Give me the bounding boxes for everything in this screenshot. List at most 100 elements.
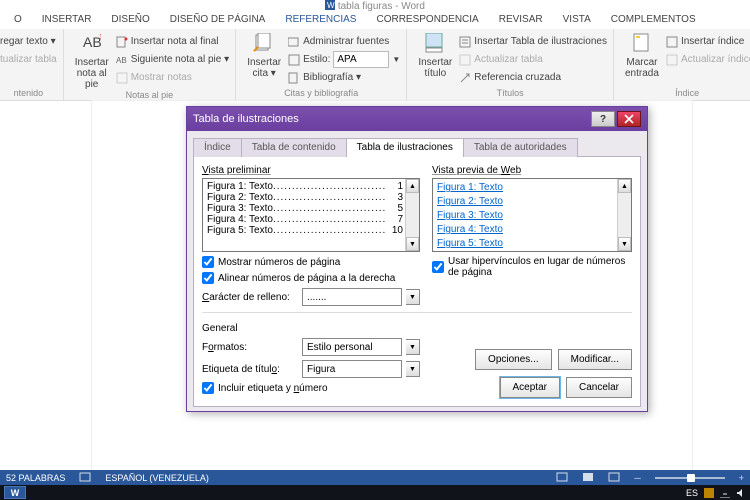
cross-reference-button[interactable]: Referencia cruzada [459,69,607,86]
group-label: Títulos [413,88,607,100]
insert-caption-button[interactable]: Insertar título [413,31,457,79]
citation-style-select[interactable] [333,51,389,68]
insert-index-button[interactable]: Insertar índice [666,33,750,50]
tab-correspondencia[interactable]: CORRESPONDENCIA [366,12,488,29]
chk-use-hyperlinks[interactable] [432,261,444,273]
tray-network-icon[interactable] [720,488,730,498]
style-icon [288,54,300,66]
dtab-toc[interactable]: Tabla de contenido [241,138,347,157]
preview-label: VVista preliminarista preliminar [202,165,420,176]
update-index-button[interactable]: Actualizar índice [666,51,750,68]
tab-referencias[interactable]: REFERENCIAS [275,12,366,29]
cancel-button[interactable]: Cancelar [566,377,632,398]
show-notes-button[interactable]: Mostrar notas [116,69,229,86]
read-mode-icon[interactable] [556,472,568,484]
next-footnote-button[interactable]: ABSiguiente nota al pie ▾ [116,51,229,68]
chevron-down-icon[interactable]: ▼ [392,55,400,64]
insert-endnote-button[interactable]: Insertar nota al final [116,33,229,50]
chevron-down-icon[interactable]: ▼ [406,289,420,305]
bibliography-button[interactable]: Bibliografía ▾ [288,69,400,86]
insert-caption-label: Insertar título [418,57,452,79]
formats-label: Formatos: [202,342,298,353]
zoom-in-icon[interactable]: + [739,473,744,483]
citation-style-row: Estilo: ▼ [288,51,400,68]
tof-icon [459,36,471,48]
chk-include-label[interactable] [202,382,214,394]
web-preview-link[interactable]: Figura 5: Texto [437,237,627,251]
dialog-tabs: Índice Tabla de contenido Tabla de ilust… [193,137,641,157]
modify-button[interactable]: Modificar... [558,349,632,370]
preview-row: Figura 4: Texto.........................… [207,214,403,225]
formats-select[interactable]: Estilo personal [302,338,402,356]
tab-leader-select[interactable]: ....... [302,288,402,306]
update-table-button[interactable]: tualizar tabla [0,51,57,68]
tab-complementos[interactable]: COMPLEMENTOS [601,12,706,29]
scroll-down-icon[interactable]: ▼ [618,237,631,251]
ribbon-tabs: O INSERTAR DISEÑO DISEÑO DE PÁGINA REFER… [0,12,750,29]
tab-revisar[interactable]: REVISAR [489,12,553,29]
dtab-indice[interactable]: Índice [193,138,242,157]
insert-footnote-label: Insertar nota al pie [70,57,114,90]
zoom-thumb[interactable] [687,474,695,482]
insert-tof-button[interactable]: Insertar Tabla de ilustraciones [459,33,607,50]
dialog-close-button[interactable] [617,111,641,127]
preview-scrollbar[interactable]: ▲ ▼ [405,179,419,251]
group-label: ntenido [0,88,57,100]
insert-footnote-button[interactable]: AB1 Insertar nota al pie [70,31,114,90]
dtab-tof[interactable]: Tabla de ilustraciones [346,138,464,157]
mark-entry-button[interactable]: Marcar entrada [620,31,664,79]
dialog-content: VVista preliminarista preliminar Figura … [193,157,641,407]
tab-vista[interactable]: VISTA [553,12,601,29]
group-label: Citas y bibliografía [242,88,400,100]
print-preview: Figura 1: Texto.........................… [202,178,420,252]
tray-volume-icon[interactable] [736,488,746,498]
tab-diseno-pagina[interactable]: DISEÑO DE PÁGINA [160,12,276,29]
dtab-toa[interactable]: Tabla de autoridades [463,138,578,157]
web-preview-link[interactable]: Figura 2: Texto [437,195,627,209]
scroll-up-icon[interactable]: ▲ [406,179,419,193]
tab-leader-label: Carácter de relleno: [202,292,298,303]
group-captions: Insertar título Insertar Tabla de ilustr… [407,29,614,100]
update-tof-button[interactable]: Actualizar tabla [459,51,607,68]
table-of-figures-dialog: Tabla de ilustraciones ? Índice Tabla de… [186,106,648,412]
web-scrollbar[interactable]: ▲ ▼ [617,179,631,251]
chk-show-page-numbers[interactable] [202,256,214,268]
mark-entry-icon [631,33,653,53]
web-layout-icon[interactable] [608,472,620,484]
options-button[interactable]: Opciones... [475,349,552,370]
citation-icon [253,33,275,53]
taskbar-word-button[interactable]: W [4,486,26,499]
group-citations: Insertar cita ▾ Administrar fuentes Esti… [236,29,407,100]
tab-insertar[interactable]: INSERTAR [32,12,102,29]
preview-row: Figura 3: Texto.........................… [207,203,403,214]
web-preview-link[interactable]: Figura 4: Texto [437,223,627,237]
insert-citation-button[interactable]: Insertar cita ▾ [242,31,286,79]
dialog-help-button[interactable]: ? [591,111,615,127]
word-count[interactable]: 52 PALABRAS [6,473,65,483]
ok-button[interactable]: Aceptar [500,377,560,398]
tab-diseno[interactable]: DISEÑO [101,12,159,29]
spellcheck-icon[interactable] [79,472,91,484]
zoom-slider[interactable] [655,477,725,479]
web-preview-link[interactable]: Figura 1: Texto [437,181,627,195]
tab-archivo[interactable]: O [4,12,32,29]
scroll-up-icon[interactable]: ▲ [618,179,631,193]
dialog-titlebar[interactable]: Tabla de ilustraciones ? [187,107,647,131]
manage-sources-icon [288,36,300,48]
chevron-down-icon[interactable]: ▼ [406,361,420,377]
web-preview-label: Vista previa de Web [432,165,632,176]
chk-right-align[interactable] [202,272,214,284]
add-text-button[interactable]: regar texto ▾ [0,33,57,50]
scroll-down-icon[interactable]: ▼ [406,237,419,251]
endnote-icon [116,36,128,48]
chevron-down-icon[interactable]: ▼ [406,339,420,355]
caption-label-select[interactable]: Figura [302,360,402,378]
manage-sources-button[interactable]: Administrar fuentes [288,33,400,50]
language-status[interactable]: ESPAÑOL (VENEZUELA) [105,473,209,483]
web-preview-link[interactable]: Figura 3: Texto [437,209,627,223]
print-layout-icon[interactable] [582,472,594,484]
tray-flag-icon[interactable] [704,488,714,498]
caption-icon [424,33,446,53]
tray-lang[interactable]: ES [686,488,698,498]
zoom-out-icon[interactable]: ─ [634,473,640,483]
